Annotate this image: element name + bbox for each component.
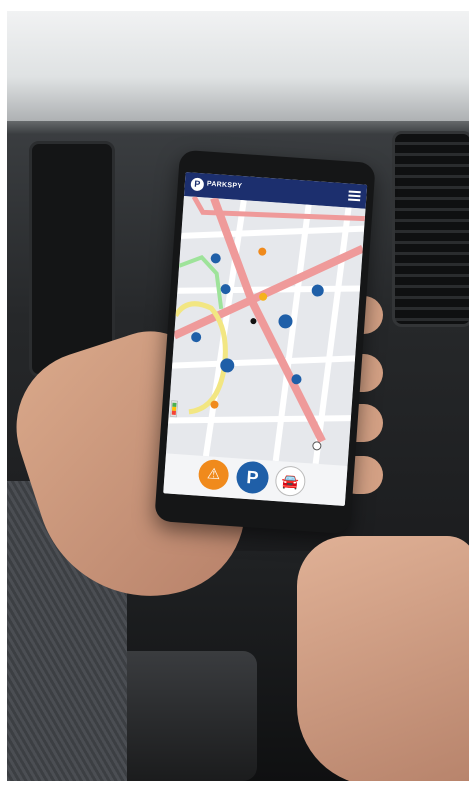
phone-screen: P PARKSPY ⚠ P 🚘	[163, 172, 368, 506]
car-interior-photo: P PARKSPY ⚠ P 🚘	[7, 11, 469, 781]
app-brand-name: PARKSPY	[206, 180, 243, 191]
report-alert-button[interactable]: ⚠	[197, 458, 230, 491]
app-logo-icon: P	[190, 177, 205, 192]
photo-stage: P PARKSPY ⚠ P 🚘	[0, 0, 473, 791]
hamburger-menu-icon[interactable]	[348, 190, 361, 202]
dashboard-top	[7, 11, 469, 121]
left-air-vent	[29, 141, 115, 377]
right-hand-pointing	[297, 536, 469, 781]
find-parking-button[interactable]: P	[235, 460, 270, 495]
smartphone: P PARKSPY ⚠ P 🚘	[154, 149, 376, 535]
car-location-marker	[312, 441, 322, 451]
city-map[interactable]	[165, 195, 366, 467]
right-air-vent	[392, 131, 469, 327]
my-car-button[interactable]: 🚘	[274, 465, 307, 498]
